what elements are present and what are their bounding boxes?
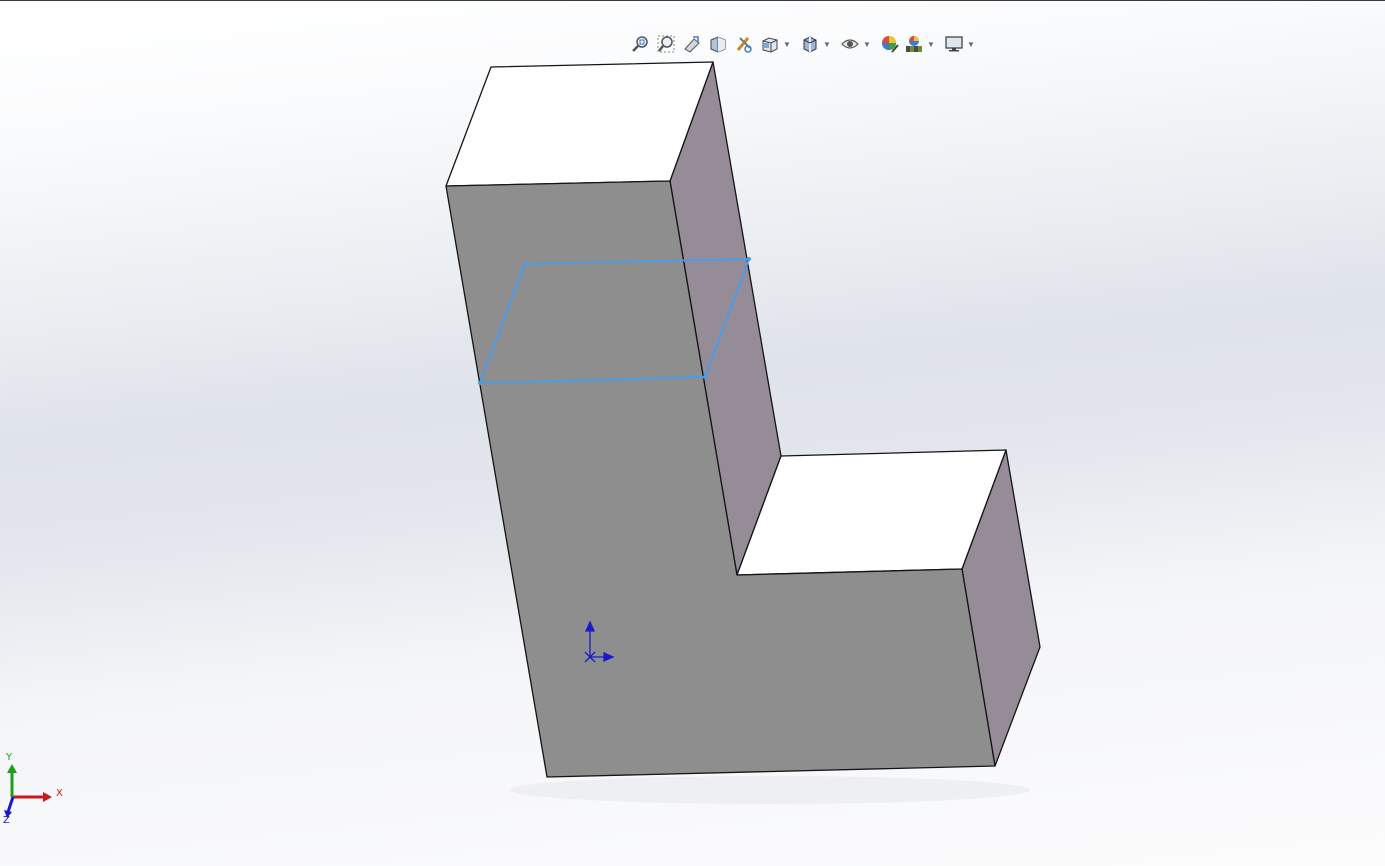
triad-x-label: X	[56, 788, 63, 799]
previous-view-button[interactable]	[680, 32, 704, 56]
view-orientation-icon	[762, 37, 778, 53]
view-settings-button[interactable]	[942, 32, 966, 56]
triad-z-label: Z	[3, 815, 10, 826]
edit-appearance-button[interactable]	[878, 32, 902, 56]
dynamic-annotation-icon	[736, 37, 752, 53]
graphics-area[interactable]: X Y Z	[0, 0, 1385, 866]
monitor-icon	[945, 36, 963, 52]
reference-triad[interactable]: X Y Z	[3, 752, 63, 826]
apply-scene-icon	[906, 36, 922, 52]
apply-scene-dropdown[interactable]: ▼	[926, 32, 936, 56]
heads-up-view-toolbar: ▼ ▼ ▼ ▼ ▼	[628, 31, 982, 57]
edit-appearance-icon	[882, 36, 899, 53]
triad-y-label: Y	[5, 752, 13, 763]
upper-top-face[interactable]	[445, 61, 714, 187]
hide-show-items-dropdown[interactable]: ▼	[862, 32, 872, 56]
view-orientation-dropdown[interactable]: ▼	[782, 32, 792, 56]
zoom-to-fit-icon	[632, 36, 648, 52]
section-view-button[interactable]	[706, 32, 730, 56]
view-settings-dropdown[interactable]: ▼	[966, 32, 976, 56]
apply-scene-button[interactable]	[902, 32, 926, 56]
section-view-icon	[710, 36, 726, 53]
hide-show-eye-icon	[841, 39, 859, 49]
previous-view-icon	[684, 36, 700, 53]
zoom-to-fit-button[interactable]	[628, 32, 652, 56]
zoom-to-area-icon	[657, 35, 675, 53]
hide-show-items-button[interactable]	[838, 32, 862, 56]
zoom-to-area-button[interactable]	[654, 32, 678, 56]
lower-top-face[interactable]	[736, 449, 1007, 576]
display-style-button[interactable]	[798, 32, 822, 56]
display-style-icon	[803, 36, 817, 53]
view-orientation-button[interactable]	[758, 32, 782, 56]
l-bracket-part[interactable]	[445, 61, 1041, 778]
part-shadow	[510, 776, 1030, 804]
display-style-dropdown[interactable]: ▼	[822, 32, 832, 56]
dynamic-annotation-views-button[interactable]	[732, 32, 756, 56]
